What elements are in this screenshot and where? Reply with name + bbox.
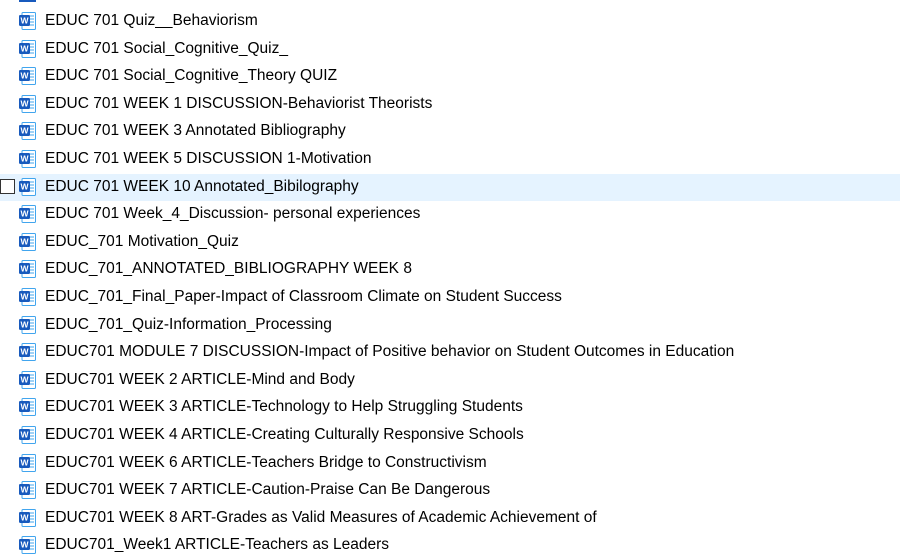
word-document-icon: W (19, 232, 36, 251)
word-document-icon: W (19, 177, 36, 196)
file-name: EDUC 701 Quiz__Behaviorism (45, 12, 258, 29)
file-row[interactable]: W EDUC701 WEEK 6 ARTICLE-Teachers Bridge … (0, 450, 900, 477)
svg-text:W: W (20, 457, 29, 467)
file-name: EDUC701_Week1 ARTICLE-Teachers as Leader… (45, 536, 390, 554)
file-row[interactable]: W EDUC 701 WEEK 3 Annotated Bibliography (0, 118, 900, 145)
svg-text:W: W (20, 43, 29, 53)
file-name: EDUC_701_ANNOTATED_BIBLIOGRAPHY WEEK 8 (45, 260, 412, 278)
svg-text:W: W (20, 485, 29, 495)
svg-text:W: W (20, 154, 29, 164)
word-document-icon: W (19, 39, 36, 58)
file-name: EDUC701 WEEK 7 ARTICLE-Caution-Praise Ca… (45, 481, 491, 499)
file-name: EDUC701 MODULE 7 DISCUSSION-Impact of Po… (45, 343, 735, 361)
file-row[interactable]: W EDUC701_Week1 ARTICLE-Teachers as Leade… (0, 532, 900, 557)
svg-text:W: W (20, 181, 29, 191)
svg-text:W: W (20, 430, 29, 440)
file-name: EDUC701 WEEK 8 ART-Grades as Valid Measu… (45, 508, 597, 526)
svg-text:W: W (20, 71, 29, 81)
word-document-icon: W (19, 122, 36, 141)
word-document-icon: W (19, 453, 36, 472)
svg-text:W: W (20, 374, 29, 384)
file-name: EDUC 701 Social_Cognitive_Theory QUIZ (45, 67, 338, 85)
file-row[interactable]: W EDUC701 WEEK 7 ARTICLE-Caution-Praise C… (0, 477, 900, 504)
svg-text:W: W (20, 264, 29, 274)
file-name: EDUC 701 WEEK 3 Annotated Bibliography (45, 122, 346, 140)
file-name: EDUC701 WEEK 6 ARTICLE-Teachers Bridge t… (45, 453, 487, 471)
word-document-icon: W (19, 12, 36, 30)
svg-text:W: W (20, 402, 29, 412)
word-document-icon: W (19, 260, 36, 279)
file-name: EDUC701 WEEK 3 ARTICLE-Technology to Hel… (45, 398, 523, 416)
file-name: EDUC 701 WEEK 5 DISCUSSION 1-Motivation (45, 150, 372, 167)
word-document-icon: W (19, 67, 36, 86)
word-document-icon: W (19, 536, 36, 555)
svg-text:W: W (20, 126, 29, 136)
word-document-icon: W (19, 150, 36, 168)
word-document-icon: W (19, 343, 36, 362)
partial-row-top (0, 0, 900, 2)
word-document-icon: W (19, 508, 36, 527)
file-name: EDUC 701 WEEK 1 DISCUSSION-Behaviorist T… (45, 94, 433, 112)
file-name: EDUC_701_Final_Paper-Impact of Classroom… (45, 288, 562, 305)
file-row[interactable]: W EDUC 701 Week_4_Discussion- personal ex… (0, 201, 900, 228)
svg-text:W: W (20, 209, 29, 219)
file-row[interactable]: W EDUC 701 Social_Cognitive_Theory QUIZ (0, 63, 900, 90)
file-row[interactable]: W EDUC701 WEEK 4 ARTICLE-Creating Cultura… (0, 422, 900, 449)
svg-text:W: W (20, 347, 29, 357)
file-name: EDUC 701 WEEK 10 Annotated_Bibilography (45, 177, 359, 195)
file-row[interactable]: W EDUC_701 Motivation_Quiz (0, 229, 900, 256)
file-name: EDUC 701 Week_4_Discussion- personal exp… (45, 205, 421, 223)
word-document-icon: W (19, 398, 36, 417)
word-document-icon: W (19, 205, 36, 224)
word-document-icon: W (19, 288, 36, 306)
file-row[interactable]: W EDUC701 WEEK 2 ARTICLE-Mind and Body (0, 367, 900, 394)
svg-text:W: W (20, 512, 29, 522)
file-name: EDUC 701 Social_Cognitive_Quiz_ (45, 39, 288, 57)
file-list: W EDUC 701 Quiz__Behaviorism W EDUC 701 Soc… (0, 0, 900, 557)
file-row[interactable]: W EDUC 701 WEEK 5 DISCUSSION 1-Motivation (0, 146, 900, 173)
file-row[interactable]: W EDUC 701 Social_Cognitive_Quiz_ (0, 36, 900, 63)
file-row[interactable]: W EDUC_701_Final_Paper-Impact of Classroo… (0, 284, 900, 311)
word-document-icon: W (19, 315, 36, 334)
file-row[interactable]: W EDUC701 WEEK 3 ARTICLE-Technology to He… (0, 394, 900, 421)
word-document-icon: W (19, 481, 36, 500)
file-name: EDUC_701 Motivation_Quiz (45, 232, 239, 250)
svg-text:W: W (20, 292, 29, 302)
svg-text:W: W (20, 236, 29, 246)
file-name: EDUC701 WEEK 4 ARTICLE-Creating Cultural… (45, 426, 524, 443)
row-checkbox[interactable] (0, 178, 15, 194)
svg-text:W: W (20, 540, 29, 550)
file-name: EDUC_701_Quiz-Information_Processing (45, 315, 332, 333)
file-row[interactable]: W EDUC 701 WEEK 10 Annotated_Bibilography (0, 173, 900, 201)
file-row[interactable]: W EDUC701 WEEK 8 ART-Grades as Valid Meas… (0, 505, 900, 532)
file-row[interactable]: W EDUC 701 WEEK 1 DISCUSSION-Behaviorist … (0, 91, 900, 118)
svg-text:W: W (20, 16, 29, 26)
file-name: EDUC701 WEEK 2 ARTICLE-Mind and Body (45, 370, 355, 388)
svg-text:W: W (20, 98, 29, 108)
file-row[interactable]: W EDUC_701_Quiz-Information_Processing (0, 312, 900, 339)
word-document-icon: W (19, 426, 36, 444)
file-row[interactable]: W EDUC_701_ANNOTATED_BIBLIOGRAPHY WEEK 8 (0, 256, 900, 283)
file-row[interactable]: W EDUC701 MODULE 7 DISCUSSION-Impact of P… (0, 339, 900, 366)
word-document-icon: W (19, 94, 36, 113)
file-row[interactable]: W EDUC 701 Quiz__Behaviorism (0, 8, 900, 35)
word-document-icon: W (19, 370, 36, 389)
svg-text:W: W (20, 319, 29, 329)
